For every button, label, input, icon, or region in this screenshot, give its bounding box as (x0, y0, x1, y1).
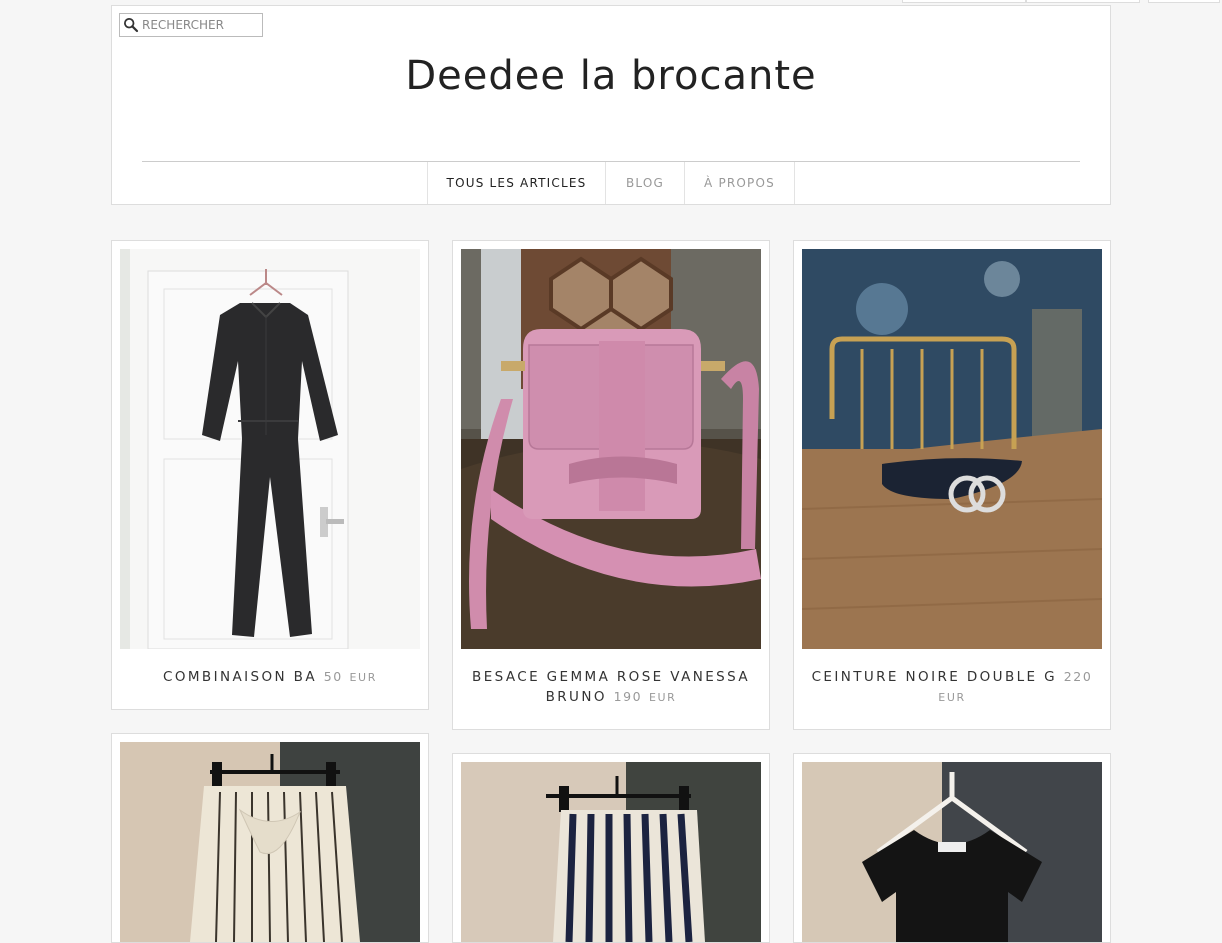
product-image-navy-striped-trousers[interactable] (461, 762, 761, 942)
product-name: CEINTURE NOIRE DOUBLE G (811, 669, 1058, 685)
product-currency: EUR (938, 691, 966, 704)
product-price: 50 (323, 669, 343, 684)
product-image-belt[interactable] (802, 249, 1102, 649)
product-caption[interactable]: BESACE GEMMA ROSE VANESSA BRUNO 190 EUR (465, 667, 757, 708)
search-box (119, 13, 263, 37)
top-tab (902, 0, 1026, 3)
search-input[interactable] (142, 16, 260, 34)
product-card[interactable] (793, 753, 1111, 943)
product-price: 190 (613, 689, 643, 704)
product-image-striped-trousers[interactable] (120, 742, 420, 942)
product-card[interactable]: COMBINAISON BA 50 EUR (111, 240, 429, 710)
nav-item-a-propos[interactable]: À PROPOS (685, 162, 795, 204)
product-card[interactable]: CEINTURE NOIRE DOUBLE G 220 EUR (793, 240, 1111, 730)
product-currency: EUR (648, 691, 677, 704)
main-nav: TOUS LES ARTICLES BLOG À PROPOS (427, 162, 795, 204)
product-name: BESACE GEMMA ROSE VANESSA BRUNO (472, 669, 750, 705)
product-image-pink-bag[interactable] (461, 249, 761, 649)
search-icon[interactable] (123, 17, 139, 33)
top-tab (1148, 0, 1220, 3)
site-header: Deedee la brocante TOUS LES ARTICLES BLO… (111, 5, 1111, 205)
product-caption[interactable]: COMBINAISON BA 50 EUR (124, 667, 416, 688)
site-title[interactable]: Deedee la brocante (112, 53, 1110, 99)
product-image-black-tee[interactable] (802, 762, 1102, 942)
top-tab (1026, 0, 1140, 3)
product-card[interactable]: BESACE GEMMA ROSE VANESSA BRUNO 190 EUR (452, 240, 770, 730)
product-card[interactable] (452, 753, 770, 943)
product-currency: EUR (349, 671, 377, 684)
product-caption[interactable]: CEINTURE NOIRE DOUBLE G 220 EUR (806, 667, 1098, 708)
nav-item-tous-les-articles[interactable]: TOUS LES ARTICLES (428, 162, 606, 204)
nav-item-blog[interactable]: BLOG (606, 162, 685, 204)
product-card[interactable] (111, 733, 429, 943)
product-image-jumpsuit[interactable] (120, 249, 420, 649)
product-name: COMBINAISON BA (163, 669, 317, 685)
product-price: 220 (1063, 669, 1093, 684)
